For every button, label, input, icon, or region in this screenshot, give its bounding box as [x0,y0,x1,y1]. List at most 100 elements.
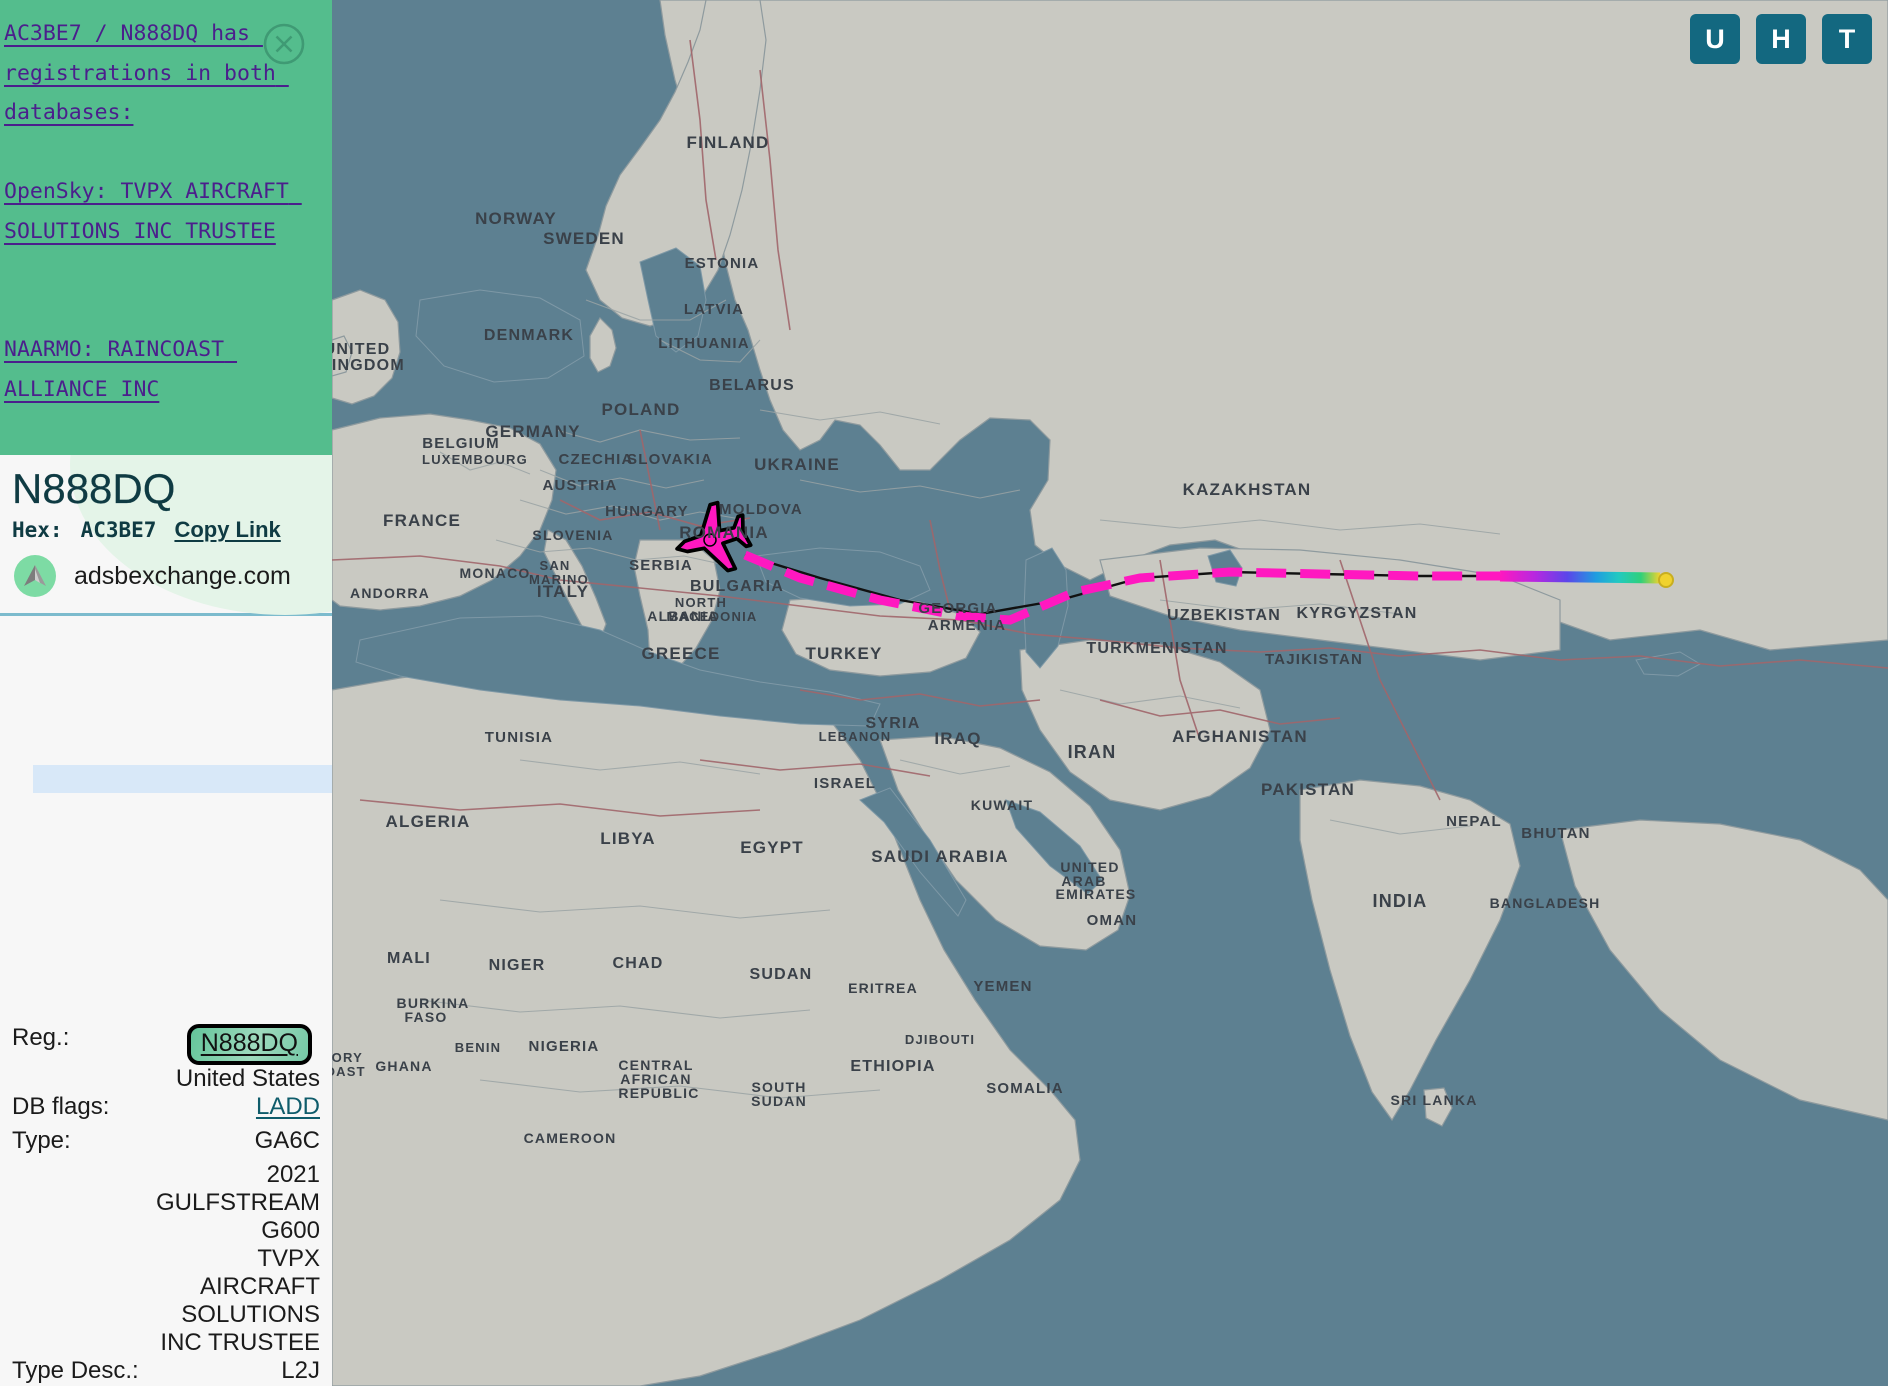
map-label: KUWAIT [971,797,1033,813]
map-label: TURKMENISTAN [1086,640,1227,657]
map-label: CAMEROON [524,1130,617,1146]
row-value-owner: TVPX AIRCRAFT SOLUTIONS INC TRUSTEE [160,1245,320,1356]
registration-badge[interactable]: N888DQ [186,1024,312,1065]
copy-link-button[interactable]: Copy Link [174,517,280,543]
map-label: LATVIA [684,301,744,318]
map-label: AFGHANISTAN [1172,727,1308,746]
map-label: LITHUANIA [658,335,750,352]
map-label: BULGARIA [690,578,784,595]
map-label: GEORGIA [918,600,997,617]
map-label: YEMEN [973,978,1032,995]
db-registration-alert: AC3BE7 / N888DQ has registrations in bot… [0,0,332,455]
map-label: ETHIOPIA [850,1058,935,1075]
map-label: HUNGARY [605,503,689,520]
map-label: GREECE [642,644,721,663]
row-label-dbflags: DB flags: [12,1093,110,1120]
map-label: ALGERIA [386,812,471,831]
table-row-type-model: 2021 GULFSTREAM G600 [0,1161,332,1245]
db-flag-ladd-link[interactable]: LADD [256,1093,320,1120]
row-value-typedesc: L2J [281,1357,320,1384]
row-value-type: GA6C [254,1127,320,1154]
text-selection-highlight [33,765,332,793]
map-label: BHUTAN [1521,825,1590,842]
map-label: KAZAKHSTAN [1183,480,1312,499]
page-title: N888DQ [12,465,176,512]
map-label: MACEDONIA [667,609,758,624]
aircraft-info-panel[interactable]: AC3BE7 / N888DQ has registrations in bot… [0,0,332,1386]
map-label: SAN [539,558,570,573]
map-label: ESTONIA [685,255,760,272]
map-controls[interactable]: U H T [1690,14,1872,64]
db-alert-text[interactable]: AC3BE7 / N888DQ has registrations in bot… [2,14,318,409]
map-label: KYRGYZSTAN [1296,605,1417,622]
map-label: FASO [405,1009,448,1025]
map-label: ANDORRA [350,585,430,601]
map-label: MONACO [460,565,531,581]
row-label-type: Type: [12,1127,71,1154]
flight-track-altitude-gradient [1499,570,1661,584]
map-label: AUSTRIA [542,477,617,494]
map-label: BELARUS [709,377,795,394]
row-label-reg: Reg.: [12,1024,70,1051]
map-button-t[interactable]: T [1822,14,1872,64]
map-label: IRAQ [934,729,981,748]
map-label: CZECHIA [558,451,633,468]
map-label: UKRAINE [754,455,840,474]
map-label: DJIBOUTI [905,1032,975,1047]
map-label: FRANCE [383,511,461,530]
map-label: ITALY [537,582,589,601]
map-label: SUDAN [751,1093,807,1109]
map-label: LIBYA [600,829,655,848]
map-label: TAJIKISTAN [1265,651,1363,668]
row-value-country: United States [175,1065,320,1092]
hex-value: AC3BE7 [80,518,157,542]
map-label: LEBANON [819,729,892,744]
brand-name-link[interactable]: adsbexchange.com [74,562,291,591]
map-label: BENIN [455,1040,501,1055]
map-label: IRAN [1068,742,1117,762]
map-label: CHAD [612,955,663,972]
brand-row[interactable]: adsbexchange.com [0,549,332,607]
map-label: BANGLADESH [1490,895,1601,911]
table-row-dbflags: DB flags: LADD [0,1093,332,1127]
track-origin-marker [1658,572,1674,588]
table-row-typedesc: Type Desc.: L2J [0,1357,332,1386]
map-label: NIGER [489,957,546,974]
close-icon[interactable] [262,22,306,66]
table-row-owner: TVPX AIRCRAFT SOLUTIONS INC TRUSTEE [0,1245,332,1357]
panel-header: N888DQ Hex: AC3BE7 Copy Link adsbexchang… [0,455,332,616]
map-label: BELGIUM [422,435,500,452]
map-label: REPUBLIC [618,1085,699,1101]
map-label: EGYPT [740,838,804,857]
map-label: POLAND [602,400,681,419]
map-button-h[interactable]: H [1756,14,1806,64]
map-label: INDIA [1373,891,1428,911]
adsbexchange-logo-icon [14,555,56,597]
map-label: SOMALIA [986,1080,1064,1097]
map-label: SAUDI ARABIA [871,847,1009,866]
map-label: NIGERIA [529,1038,600,1055]
aircraft-details-table: Reg.: N888DQ United States DB flags: LAD… [0,1024,332,1386]
map-label: EMIRATES [1056,886,1137,902]
map-label: NEPAL [1446,813,1502,830]
map-label: GHANA [375,1058,432,1074]
map-label: NORWAY [475,209,557,228]
map-label: LUXEMBOURG [422,452,528,467]
hex-row: Hex: AC3BE7 Copy Link [0,515,332,549]
table-row-reg: Reg.: N888DQ [0,1024,332,1065]
map-label: SLOVENIA [532,527,613,543]
hex-label: Hex: [12,518,63,542]
map-label: UZBEKISTAN [1167,607,1281,624]
map-label: SWEDEN [543,229,625,248]
table-row-type: Type: GA6C [0,1127,332,1161]
map-label: SLOVAKIA [627,451,713,468]
map-label: ERITREA [848,980,918,996]
map-label: OMAN [1087,912,1138,929]
map-label: TURKEY [805,644,882,663]
table-row-country: United States [0,1065,332,1093]
map-label: FINLAND [687,133,770,152]
map-label: NORTH [675,595,727,610]
map-label: ROMANIA [679,523,769,542]
map-button-u[interactable]: U [1690,14,1740,64]
map-label: DENMARK [484,327,574,344]
